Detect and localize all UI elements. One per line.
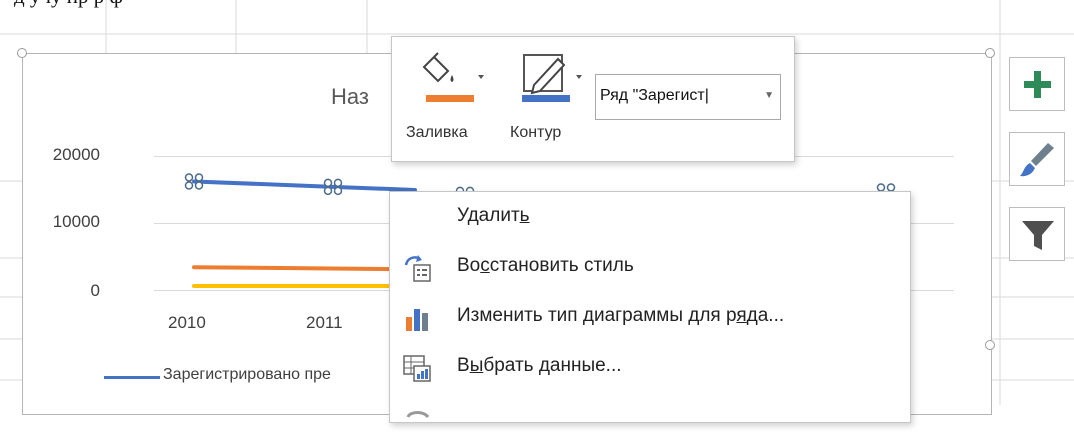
menu-item-partial[interactable] (390, 393, 910, 443)
menu-item-delete[interactable]: Удалить (390, 193, 910, 243)
fill-button[interactable]: Заливка (404, 45, 494, 153)
menu-item-label: Удалить (457, 205, 530, 226)
selection-marker-dot (333, 178, 343, 188)
selection-marker-dot (194, 181, 204, 190)
selection-marker-dot (184, 181, 194, 190)
context-menu: Удалить Восстановить стиль Изменить тип … (389, 191, 911, 423)
selection-marker-dot (886, 183, 896, 192)
fill-label: Заливка (406, 124, 468, 141)
menu-item-change-chart-type[interactable]: Изменить тип диаграммы для ряда... (390, 293, 910, 343)
brush-icon (1020, 143, 1054, 177)
selection-marker-dot (333, 186, 343, 196)
select-data-icon (403, 355, 431, 382)
selection-marker-dot (876, 183, 886, 192)
plus-icon (1024, 71, 1051, 98)
menu-item-label: Выбрать данные... (457, 355, 622, 376)
chart-styles-button[interactable] (1009, 132, 1065, 186)
selection-marker-dot (323, 178, 333, 188)
chart-elements-button[interactable] (1009, 57, 1065, 111)
selection-marker-dot (184, 173, 194, 182)
outline-label: Контур (510, 124, 562, 141)
chart-filters-button[interactable] (1009, 207, 1065, 261)
series-line-0[interactable] (192, 179, 417, 192)
outline-color-swatch (522, 95, 570, 102)
series-selector-value: Ряд "Зарегист| (600, 87, 709, 104)
legend-swatch (104, 376, 160, 379)
paint-bucket-icon (422, 52, 484, 83)
series-line-1[interactable] (192, 265, 417, 272)
pen-outline-icon (523, 54, 582, 95)
chart-type-icon (406, 309, 428, 331)
selection-marker-dot (323, 186, 333, 196)
menu-item-select-data[interactable]: Выбрать данные... (390, 343, 910, 393)
outline-button[interactable]: Контур (504, 45, 594, 153)
filter-icon (1022, 221, 1054, 250)
menu-item-reset-style[interactable]: Восстановить стиль (390, 243, 910, 293)
menu-item-label: Изменить тип диаграммы для ряда... (457, 305, 785, 326)
reset-style-icon (404, 255, 431, 282)
menu-item-label: Восстановить стиль (457, 255, 634, 276)
series-selector-dropdown[interactable]: Ряд "Зарегист| ▼ (595, 74, 781, 120)
format-mini-toolbar: Заливка Контур Ряд "Зарегист| ▼ (391, 36, 795, 162)
selection-marker-dot (194, 173, 204, 182)
chevron-down-icon: ▼ (764, 90, 774, 101)
fill-color-swatch (426, 95, 474, 102)
legend-entry[interactable]: Зарегистрировано пре (163, 366, 331, 384)
menu-icon-partial (406, 411, 430, 419)
